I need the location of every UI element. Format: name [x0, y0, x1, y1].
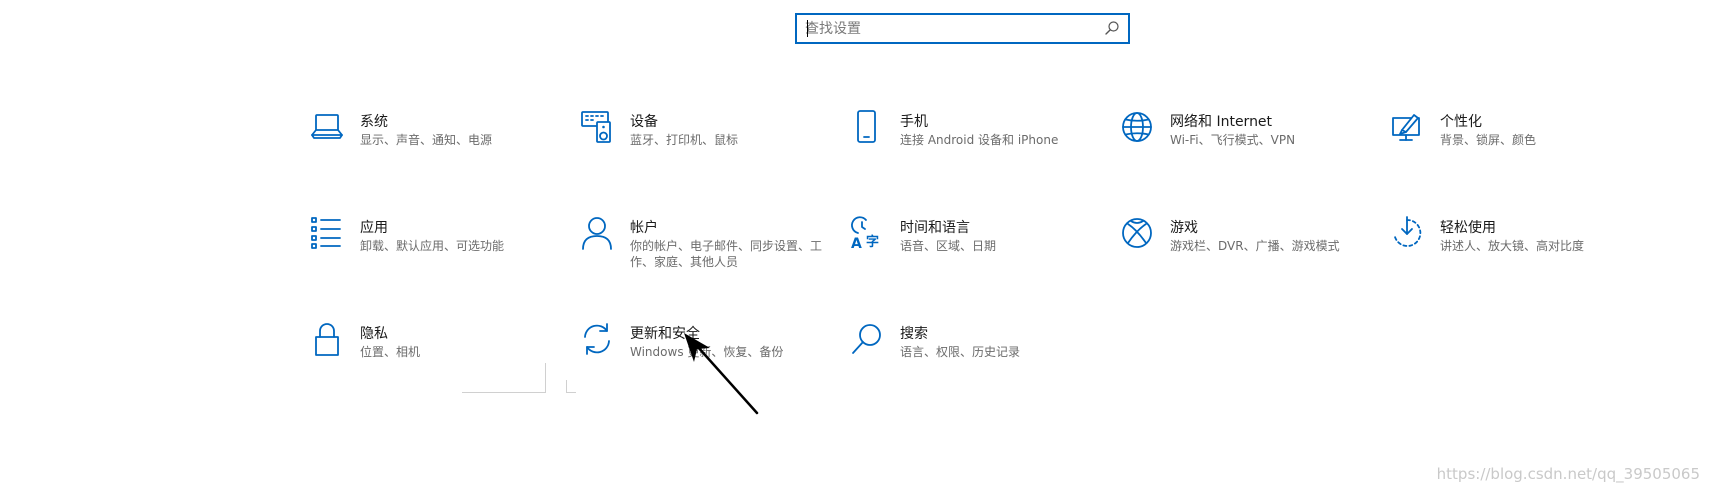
search-icon	[850, 322, 884, 356]
tile-description: 游戏栏、DVR、广播、游戏模式	[1170, 239, 1340, 253]
tile-devices[interactable]: 设备 蓝牙、打印机、鼠标	[580, 110, 830, 180]
xbox-icon	[1120, 216, 1154, 250]
globe-icon	[1120, 110, 1154, 144]
crop-artifact-line	[462, 392, 546, 393]
tile-ease-of-access[interactable]: 轻松使用 讲述人、放大镜、高对比度	[1390, 216, 1640, 286]
crop-artifact-line	[566, 392, 576, 393]
tile-accounts[interactable]: 帐户 你的帐户、电子邮件、同步设置、工作、家庭、其他人员	[580, 216, 830, 286]
tile-description: 背景、锁屏、颜色	[1440, 133, 1537, 147]
tile-title: 网络和 Internet	[1170, 114, 1273, 130]
tile-description: Wi-Fi、飞行模式、VPN	[1170, 133, 1296, 147]
tile-title: 个性化	[1440, 114, 1482, 130]
tile-phone[interactable]: 手机 连接 Android 设备和 iPhone	[850, 110, 1100, 180]
tile-description: 蓝牙、打印机、鼠标	[630, 133, 739, 147]
tile-description: 你的帐户、电子邮件、同步设置、工作、家庭、其他人员	[630, 239, 823, 269]
laptop-icon	[310, 110, 344, 144]
person-icon	[580, 216, 614, 250]
text-caret	[807, 20, 808, 37]
sync-icon	[580, 322, 614, 356]
tile-title: 手机	[900, 114, 928, 130]
settings-search-input[interactable]	[805, 15, 1095, 42]
tile-description: 连接 Android 设备和 iPhone	[900, 133, 1059, 147]
tile-title: 隐私	[360, 326, 388, 342]
tile-title: 轻松使用	[1440, 220, 1496, 236]
svg-text:A: A	[851, 236, 862, 250]
ease-of-access-icon	[1390, 216, 1424, 250]
tile-time-language[interactable]: A 字 时间和语言 语音、区域、日期	[850, 216, 1100, 286]
tile-title: 系统	[360, 114, 388, 130]
settings-search-box[interactable]	[795, 13, 1130, 44]
tile-description: Windows 更新、恢复、备份	[630, 345, 784, 359]
tile-description: 语言、权限、历史记录	[900, 345, 1021, 359]
apps-list-icon	[310, 216, 344, 250]
tile-privacy[interactable]: 隐私 位置、相机	[310, 322, 560, 392]
tile-description: 讲述人、放大镜、高对比度	[1440, 239, 1585, 253]
tile-description: 语音、区域、日期	[900, 239, 997, 253]
tile-title: 帐户	[630, 220, 658, 236]
tile-title: 搜索	[900, 326, 928, 342]
tile-search[interactable]: 搜索 语言、权限、历史记录	[850, 322, 1100, 392]
watermark: https://blog.csdn.net/qq_39505065	[1436, 465, 1700, 483]
tile-update-security[interactable]: 更新和安全 Windows 更新、恢复、备份	[580, 322, 830, 392]
phone-icon	[850, 110, 884, 144]
tile-description: 卸载、默认应用、可选功能	[360, 239, 505, 253]
tile-system[interactable]: 系统 显示、声音、通知、电源	[310, 110, 560, 180]
tile-apps[interactable]: 应用 卸载、默认应用、可选功能	[310, 216, 560, 286]
time-language-icon: A 字	[850, 216, 884, 250]
search-icon[interactable]	[1104, 20, 1120, 36]
tile-description: 位置、相机	[360, 345, 421, 359]
lock-icon	[310, 322, 344, 356]
tile-title: 时间和语言	[900, 220, 970, 236]
tile-gaming[interactable]: 游戏 游戏栏、DVR、广播、游戏模式	[1120, 216, 1370, 286]
tile-description: 显示、声音、通知、电源	[360, 133, 493, 147]
svg-text:字: 字	[866, 234, 879, 250]
tile-title: 设备	[630, 114, 658, 130]
tile-title: 更新和安全	[630, 326, 700, 342]
tile-title: 游戏	[1170, 220, 1198, 236]
crop-artifact-line	[545, 363, 546, 393]
personalize-icon	[1390, 110, 1424, 144]
tile-personalization[interactable]: 个性化 背景、锁屏、颜色	[1390, 110, 1640, 180]
devices-icon	[580, 110, 614, 144]
tile-title: 应用	[360, 220, 388, 236]
tile-network[interactable]: 网络和 Internet Wi-Fi、飞行模式、VPN	[1120, 110, 1370, 180]
